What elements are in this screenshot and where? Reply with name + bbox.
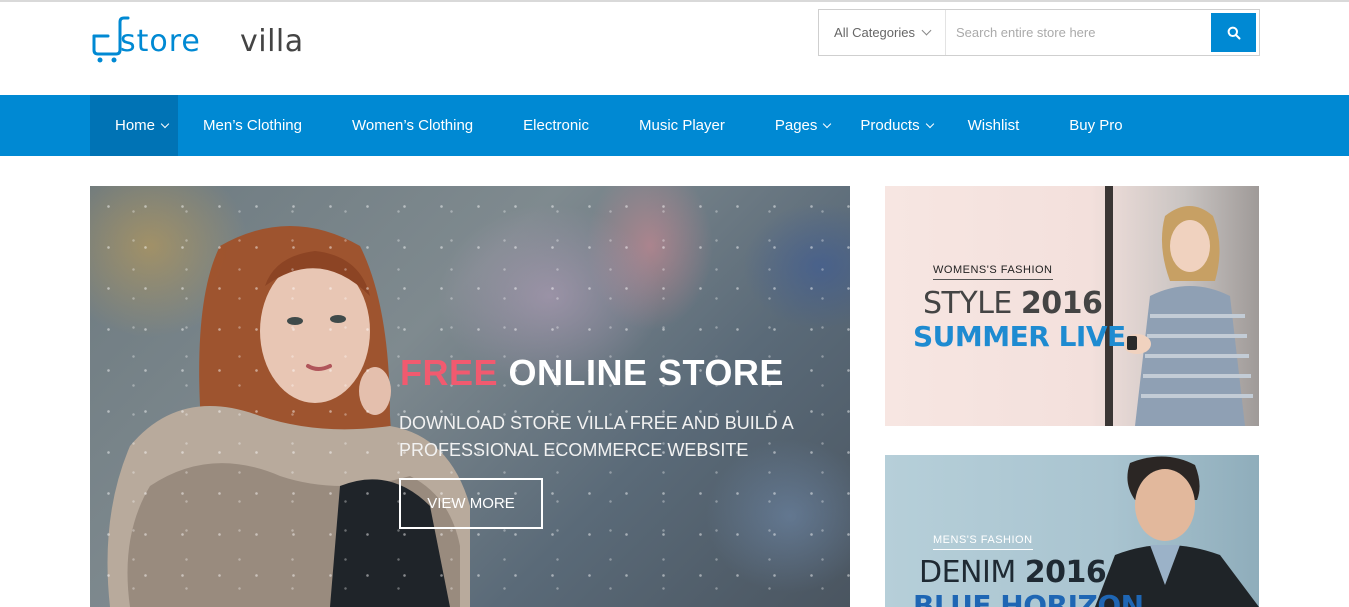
category-select-label: All Categories bbox=[834, 25, 915, 40]
mens-fashion-banner[interactable]: MENS'S FASHION DENIM 2016 BLUE HORIZON bbox=[885, 455, 1259, 607]
hero-title-highlight: FREE bbox=[400, 352, 499, 393]
nav-item-label: Music Player bbox=[639, 117, 725, 134]
banner-headline-bold: 2016 bbox=[1020, 286, 1103, 321]
nav-item-mens-clothing[interactable]: Men’s Clothing bbox=[178, 95, 327, 156]
site-logo[interactable]: store villa bbox=[90, 14, 320, 66]
snow-overlay bbox=[90, 186, 850, 607]
hero-subtitle: DOWNLOAD STORE VILLA FREE AND BUILD A PR… bbox=[399, 413, 793, 460]
banner-headline: STYLE 2016 bbox=[923, 286, 1103, 321]
banner-category-label: WOMENS'S FASHION bbox=[933, 264, 1053, 280]
main-navigation: Home Men’s Clothing Women’s Clothing Ele… bbox=[0, 95, 1349, 156]
nav-item-label: Pages bbox=[774, 117, 818, 134]
search-input[interactable] bbox=[946, 10, 1211, 55]
view-more-button[interactable]: VIEW MORE bbox=[399, 478, 543, 529]
nav-item-label: Men’s Clothing bbox=[203, 117, 302, 134]
nav-item-home[interactable]: Home bbox=[90, 95, 179, 156]
nav-item-buy-pro[interactable]: Buy Pro bbox=[1044, 95, 1147, 156]
nav-item-wishlist[interactable]: Wishlist bbox=[933, 95, 1045, 156]
womens-model-image bbox=[1105, 186, 1253, 426]
nav-item-pages[interactable]: Pages bbox=[750, 95, 832, 156]
nav-item-electronic[interactable]: Electronic bbox=[498, 95, 614, 156]
banner-tagline: BLUE HORIZON bbox=[913, 589, 1144, 607]
nav-item-products[interactable]: Products bbox=[830, 95, 934, 156]
nav-item-label: Electronic bbox=[523, 117, 589, 134]
chevron-down-icon bbox=[160, 119, 170, 128]
nav-item-label: Buy Pro bbox=[1069, 117, 1123, 134]
mens-model-image bbox=[1095, 456, 1259, 607]
top-border bbox=[0, 0, 1349, 2]
nav-menu: Home Men’s Clothing Women’s Clothing Ele… bbox=[90, 95, 1148, 156]
banner-headline-light: DENIM bbox=[919, 555, 1016, 590]
nav-item-label: Women’s Clothing bbox=[351, 117, 474, 134]
banner-headline: DENIM 2016 bbox=[919, 555, 1107, 590]
nav-item-label: Home bbox=[115, 117, 156, 134]
banner-category-label: MENS'S FASHION bbox=[933, 534, 1033, 550]
banner-headline-light: STYLE bbox=[923, 286, 1012, 321]
nav-item-music-player[interactable]: Music Player bbox=[614, 95, 750, 156]
womens-fashion-banner[interactable]: WOMENS'S FASHION STYLE 2016 SUMMER LIVE bbox=[885, 186, 1259, 426]
banner-tagline: SUMMER LIVE bbox=[913, 320, 1126, 353]
chevron-down-icon bbox=[921, 25, 932, 36]
category-select[interactable]: All Categories bbox=[819, 10, 946, 55]
search-bar: All Categories bbox=[818, 9, 1260, 56]
nav-item-label: Wishlist bbox=[967, 117, 1020, 134]
logo-text-store: store bbox=[120, 24, 201, 59]
banner-headline-bold: 2016 bbox=[1024, 555, 1107, 590]
search-button[interactable] bbox=[1211, 13, 1256, 52]
hero-slider: FREE ONLINE STORE DOWNLOAD STORE VILLA F… bbox=[90, 186, 850, 607]
hero-title: FREE ONLINE STORE bbox=[400, 352, 784, 394]
search-icon bbox=[1227, 26, 1240, 39]
logo-text-villa: villa bbox=[240, 24, 304, 59]
hero-title-rest: ONLINE STORE bbox=[508, 352, 784, 393]
nav-item-womens-clothing[interactable]: Women’s Clothing bbox=[327, 95, 498, 156]
nav-item-label: Products bbox=[860, 117, 920, 134]
